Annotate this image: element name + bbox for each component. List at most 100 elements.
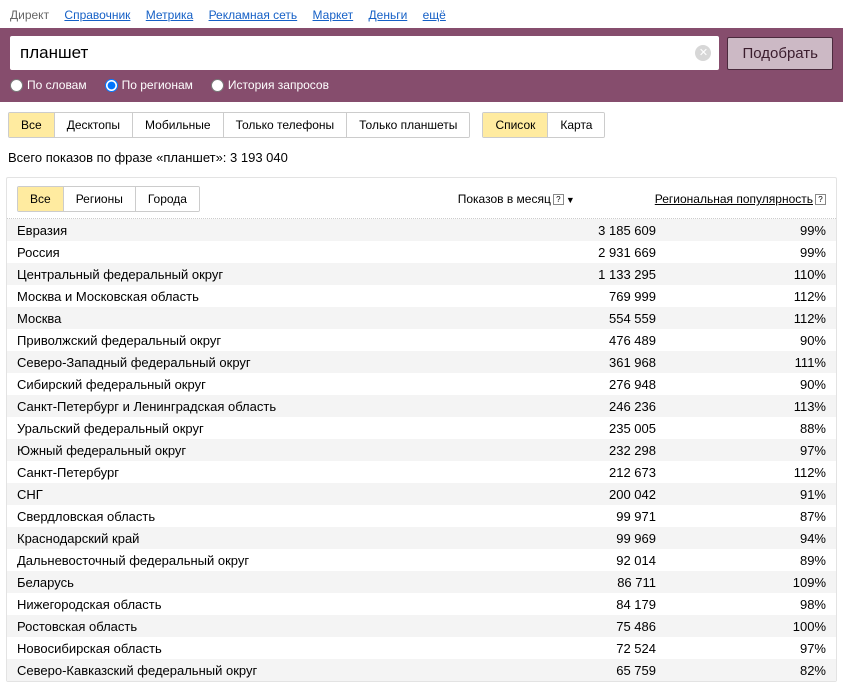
- popularity-value: 99%: [696, 245, 826, 260]
- shows-value: 2 931 669: [496, 245, 696, 260]
- popularity-value: 100%: [696, 619, 826, 634]
- popularity-value: 90%: [696, 333, 826, 348]
- help-icon[interactable]: ?: [553, 194, 564, 205]
- region-name: Евразия: [17, 223, 496, 238]
- table-row: Санкт-Петербург и Ленинградская область2…: [7, 395, 836, 417]
- region-name: Ростовская область: [17, 619, 496, 634]
- shows-value: 361 968: [496, 355, 696, 370]
- popularity-value: 89%: [696, 553, 826, 568]
- subtab-cities[interactable]: Города: [136, 187, 199, 211]
- nav-link-direct[interactable]: Директ: [10, 8, 49, 22]
- popularity-value: 113%: [696, 399, 826, 414]
- region-name: Уральский федеральный округ: [17, 421, 496, 436]
- region-name: Беларусь: [17, 575, 496, 590]
- region-name: Москва и Московская область: [17, 289, 496, 304]
- nav-link-spravochnik[interactable]: Справочник: [64, 8, 130, 22]
- popularity-value: 110%: [696, 267, 826, 282]
- shows-value: 72 524: [496, 641, 696, 656]
- col-header-popularity[interactable]: Региональная популярность?: [655, 192, 826, 206]
- popularity-value: 91%: [696, 487, 826, 502]
- table-row: Россия2 931 66999%: [7, 241, 836, 263]
- search-mode-radios: По словам По регионам История запросов: [10, 70, 833, 92]
- panel-header: Все Регионы Города Показов в месяц?▼ Рег…: [7, 178, 836, 219]
- help-icon[interactable]: ?: [815, 194, 826, 205]
- tab-list[interactable]: Список: [483, 113, 548, 137]
- shows-value: 1 133 295: [496, 267, 696, 282]
- shows-value: 276 948: [496, 377, 696, 392]
- table-row: Москва и Московская область769 999112%: [7, 285, 836, 307]
- submit-button[interactable]: Подобрать: [727, 37, 833, 70]
- tab-all-devices[interactable]: Все: [9, 113, 55, 137]
- shows-value: 769 999: [496, 289, 696, 304]
- shows-value: 99 969: [496, 531, 696, 546]
- region-name: Россия: [17, 245, 496, 260]
- popularity-value: 112%: [696, 311, 826, 326]
- results-panel: Все Регионы Города Показов в месяц?▼ Рег…: [6, 177, 837, 682]
- region-name: Приволжский федеральный округ: [17, 333, 496, 348]
- region-name: Нижегородская область: [17, 597, 496, 612]
- region-name: СНГ: [17, 487, 496, 502]
- table-row: Евразия3 185 60999%: [7, 219, 836, 241]
- results-rows: Евразия3 185 60999%Россия2 931 66999%Цен…: [7, 219, 836, 681]
- shows-value: 235 005: [496, 421, 696, 436]
- radio-by-words[interactable]: По словам: [10, 78, 87, 92]
- table-row: Южный федеральный округ232 29897%: [7, 439, 836, 461]
- table-row: Ростовская область75 486100%: [7, 615, 836, 637]
- device-tabs: Все Десктопы Мобильные Только телефоны Т…: [8, 112, 470, 138]
- region-name: Северо-Западный федеральный округ: [17, 355, 496, 370]
- table-row: Краснодарский край99 96994%: [7, 527, 836, 549]
- region-name: Новосибирская область: [17, 641, 496, 656]
- tab-mobile[interactable]: Мобильные: [133, 113, 224, 137]
- region-name: Южный федеральный округ: [17, 443, 496, 458]
- shows-value: 99 971: [496, 509, 696, 524]
- table-row: Приволжский федеральный округ476 48990%: [7, 329, 836, 351]
- shows-value: 476 489: [496, 333, 696, 348]
- nav-link-adnetwork[interactable]: Рекламная сеть: [209, 8, 298, 22]
- region-name: Северо-Кавказский федеральный округ: [17, 663, 496, 678]
- nav-link-more[interactable]: ещё: [423, 8, 446, 22]
- region-name: Дальневосточный федеральный округ: [17, 553, 496, 568]
- popularity-value: 109%: [696, 575, 826, 590]
- column-headers: Показов в месяц?▼ Региональная популярно…: [458, 192, 826, 206]
- nav-link-metrika[interactable]: Метрика: [146, 8, 193, 22]
- popularity-value: 112%: [696, 289, 826, 304]
- radio-by-regions[interactable]: По регионам: [105, 78, 193, 92]
- table-row: Новосибирская область72 52497%: [7, 637, 836, 659]
- search-bar: ✕ Подобрать По словам По регионам Истори…: [0, 28, 843, 102]
- shows-value: 86 711: [496, 575, 696, 590]
- top-nav: Директ Справочник Метрика Рекламная сеть…: [0, 0, 843, 28]
- region-name: Санкт-Петербург и Ленинградская область: [17, 399, 496, 414]
- popularity-value: 97%: [696, 641, 826, 656]
- tab-map[interactable]: Карта: [548, 113, 604, 137]
- shows-value: 200 042: [496, 487, 696, 502]
- shows-value: 554 559: [496, 311, 696, 326]
- tab-tablets-only[interactable]: Только планшеты: [347, 113, 469, 137]
- shows-value: 65 759: [496, 663, 696, 678]
- view-tabs: Список Карта: [482, 112, 605, 138]
- table-row: Сибирский федеральный округ276 94890%: [7, 373, 836, 395]
- radio-history[interactable]: История запросов: [211, 78, 329, 92]
- table-row: Санкт-Петербург212 673112%: [7, 461, 836, 483]
- shows-value: 75 486: [496, 619, 696, 634]
- geo-subtabs: Все Регионы Города: [17, 186, 200, 212]
- tab-desktops[interactable]: Десктопы: [55, 113, 133, 137]
- table-row: Центральный федеральный округ1 133 29511…: [7, 263, 836, 285]
- table-row: Беларусь86 711109%: [7, 571, 836, 593]
- popularity-value: 111%: [696, 355, 826, 370]
- popularity-value: 87%: [696, 509, 826, 524]
- nav-link-money[interactable]: Деньги: [369, 8, 408, 22]
- subtab-all[interactable]: Все: [18, 187, 64, 211]
- shows-value: 212 673: [496, 465, 696, 480]
- popularity-value: 112%: [696, 465, 826, 480]
- sort-caret-icon: ▼: [566, 195, 575, 205]
- table-row: Дальневосточный федеральный округ92 0148…: [7, 549, 836, 571]
- subtab-regions[interactable]: Регионы: [64, 187, 136, 211]
- tab-phones-only[interactable]: Только телефоны: [224, 113, 348, 137]
- col-header-shows[interactable]: Показов в месяц?▼: [458, 192, 575, 206]
- table-row: Северо-Западный федеральный округ361 968…: [7, 351, 836, 373]
- popularity-value: 97%: [696, 443, 826, 458]
- radio-label: По регионам: [122, 78, 193, 92]
- nav-link-market[interactable]: Маркет: [313, 8, 354, 22]
- search-input[interactable]: [10, 36, 719, 70]
- clear-icon[interactable]: ✕: [695, 45, 711, 61]
